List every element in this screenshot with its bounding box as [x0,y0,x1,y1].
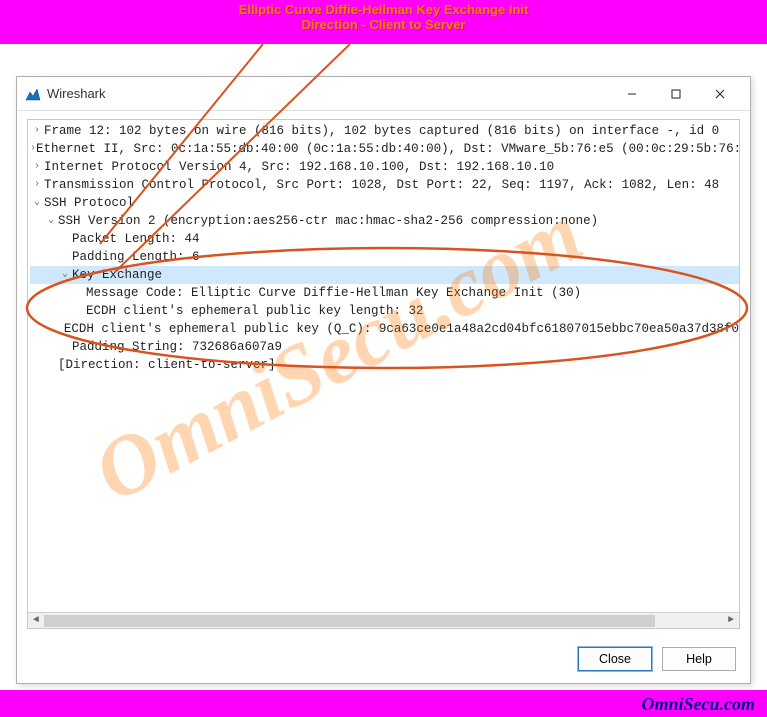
top-banner: Elliptic Curve Diffie-Hellman Key Exchan… [0,0,767,44]
scroll-thumb[interactable] [44,615,655,627]
expander-icon[interactable]: › [30,158,44,176]
tree-row-ip[interactable]: ›Internet Protocol Version 4, Src: 192.1… [30,158,739,176]
expander-icon[interactable]: › [30,122,44,140]
annotation-text: Elliptic Curve Diffie-Hellman Key Exchan… [0,2,767,32]
bottom-banner: OmniSecu.com [0,690,767,717]
expander-icon[interactable]: › [30,176,44,194]
wireshark-icon [25,86,41,102]
canvas-area: Wireshark ›Frame 12: 102 bytes on wire (… [0,44,767,690]
titlebar: Wireshark [17,77,750,111]
annotation-line2: Direction - Client to Server [302,17,466,32]
tree-row-pktlen[interactable]: Packet Length: 44 [30,230,739,248]
expander-open-icon[interactable]: ⌄ [44,212,58,230]
minimize-button[interactable] [610,79,654,109]
packet-tree-panel[interactable]: ›Frame 12: 102 bytes on wire (816 bits),… [27,119,740,629]
bottom-logo: OmniSecu.com [641,694,755,715]
scroll-right-icon[interactable]: ► [723,613,739,629]
scroll-track[interactable] [44,613,723,629]
tree-row-padstr[interactable]: Padding String: 732686a607a9 [30,338,739,356]
wireshark-window: Wireshark ›Frame 12: 102 bytes on wire (… [16,76,751,684]
tree-row-direction[interactable]: [Direction: client-to-server] [30,356,739,374]
tree-row-frame[interactable]: ›Frame 12: 102 bytes on wire (816 bits),… [30,122,739,140]
tree-row-ecdhkey[interactable]: ECDH client's ephemeral public key (Q_C)… [30,320,739,338]
tree-row-padlen[interactable]: Padding Length: 6 [30,248,739,266]
tree-row-msgcode[interactable]: Message Code: Elliptic Curve Diffie-Hell… [30,284,739,302]
close-button[interactable]: Close [578,647,652,671]
expander-open-icon[interactable]: ⌄ [30,194,44,212]
packet-tree: ›Frame 12: 102 bytes on wire (816 bits),… [28,120,739,374]
dialog-buttons: Close Help [578,647,736,671]
tree-row-ssh[interactable]: ⌄SSH Protocol [30,194,739,212]
close-window-button[interactable] [698,79,742,109]
scroll-left-icon[interactable]: ◄ [28,613,44,629]
maximize-button[interactable] [654,79,698,109]
horizontal-scrollbar[interactable]: ◄ ► [28,612,739,628]
help-button[interactable]: Help [662,647,736,671]
tree-row-ecdhlen[interactable]: ECDH client's ephemeral public key lengt… [30,302,739,320]
window-controls [610,79,742,109]
tree-row-kex[interactable]: ⌄Key Exchange [30,266,739,284]
tree-row-ethernet[interactable]: ›Ethernet II, Src: 0c:1a:55:db:40:00 (0c… [30,140,739,158]
tree-row-tcp[interactable]: ›Transmission Control Protocol, Src Port… [30,176,739,194]
annotation-line1: Elliptic Curve Diffie-Hellman Key Exchan… [239,2,529,17]
expander-open-icon[interactable]: ⌄ [58,266,72,284]
window-title: Wireshark [47,86,610,101]
tree-row-sshver[interactable]: ⌄SSH Version 2 (encryption:aes256-ctr ma… [30,212,739,230]
